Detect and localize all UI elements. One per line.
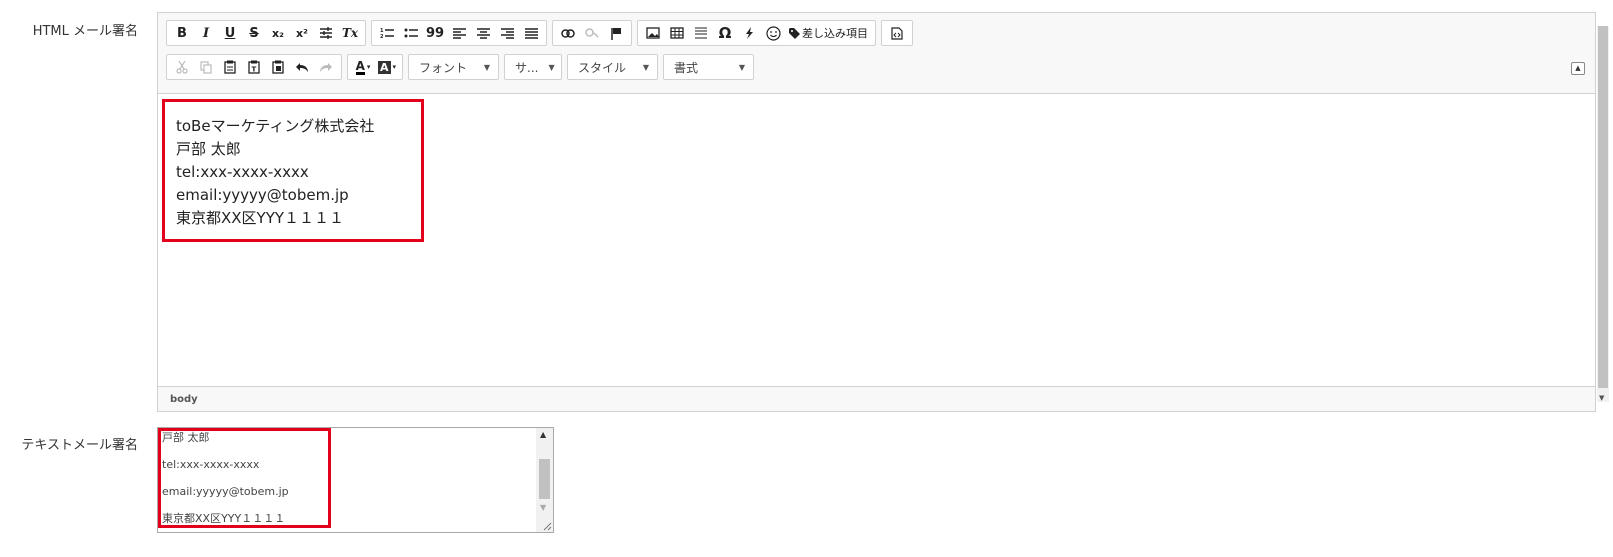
resize-handle-icon[interactable] [542, 521, 552, 531]
textarea-scrollbar-thumb[interactable] [539, 459, 550, 499]
scroll-up-arrow-icon[interactable]: ▲ [540, 430, 546, 439]
element-path-bar: body [158, 386, 1595, 411]
paste-icon[interactable] [218, 56, 242, 78]
style-combo-label: スタイル [578, 60, 627, 75]
table-icon[interactable] [665, 22, 689, 44]
textarea-line: 東京都XX区YYY１１１１ [162, 512, 286, 525]
bg-color-label: A [377, 60, 391, 74]
chevron-down-icon: ▼ [738, 62, 745, 72]
insert-group: Ω 差し込み項目 [637, 20, 876, 46]
textarea-line: email:yyyyy@tobem.jp [162, 485, 289, 498]
text-color-button[interactable]: A ▾ [351, 56, 375, 78]
svg-text:2: 2 [380, 34, 384, 39]
style-combo[interactable]: スタイル ▼ [567, 54, 658, 80]
lightning-icon[interactable] [737, 22, 761, 44]
editor-content[interactable]: toBeマーケティング株式会社 戸部 太郎 tel:xxx-xxxx-xxxx … [158, 94, 1595, 386]
font-combo[interactable]: フォント ▼ [408, 54, 499, 80]
subscript-button[interactable]: x₂ [266, 22, 290, 44]
textarea-line: tel:xxx-xxxx-xxxx [162, 458, 260, 471]
svg-text:T: T [252, 66, 257, 74]
redo-icon[interactable] [314, 56, 338, 78]
paste-text-icon[interactable]: T [242, 56, 266, 78]
paste-word-icon[interactable] [266, 56, 290, 78]
text-color-label: A [355, 58, 365, 75]
superscript-button[interactable]: x² [290, 22, 314, 44]
strikethrough-button[interactable]: S [242, 22, 266, 44]
basic-styles-group: B I U S x₂ x² Tx [166, 20, 366, 46]
editor-toolbar: B I U S x₂ x² Tx 12 99 Ω 差し込み項目 T A ▾ A … [158, 13, 1595, 94]
image-icon[interactable] [641, 22, 665, 44]
editor-signature-text: toBeマーケティング株式会社 戸部 太郎 tel:xxx-xxxx-xxxx … [176, 115, 374, 230]
page-scrollbar-thumb[interactable] [1598, 26, 1608, 388]
size-combo[interactable]: サ... ▼ [504, 54, 562, 80]
scroll-down-arrow-icon[interactable]: ▼ [1599, 394, 1604, 402]
element-path[interactable]: body [170, 394, 198, 405]
align-left-icon[interactable] [447, 22, 471, 44]
source-icon[interactable] [885, 22, 909, 44]
tag-icon [789, 27, 800, 39]
collapse-toolbar-icon[interactable]: ▲ [1571, 62, 1585, 75]
background-color-button[interactable]: A ▾ [375, 56, 399, 78]
editor-line: email:yyyyy@tobem.jp [176, 186, 349, 204]
editor-line: tel:xxx-xxxx-xxxx [176, 163, 309, 181]
textarea-scrollbar[interactable]: ▲ ▼ [536, 428, 553, 532]
bulleted-list-icon[interactable] [399, 22, 423, 44]
copy-icon[interactable] [194, 56, 218, 78]
scroll-down-arrow-icon[interactable]: ▼ [540, 503, 546, 512]
italic-button[interactable]: I [194, 22, 218, 44]
editor-line: 東京都XX区YYY１１１１ [176, 209, 345, 227]
align-center-icon[interactable] [471, 22, 495, 44]
format-combo-label: 書式 [674, 60, 699, 75]
toolbar-row-1: B I U S x₂ x² Tx 12 99 Ω 差し込み項目 [166, 20, 918, 46]
remove-format-button[interactable]: Tx [338, 22, 362, 44]
source-group [881, 20, 913, 46]
copy-formatting-icon[interactable] [314, 22, 338, 44]
editor-line: 戸部 太郎 [176, 140, 241, 158]
underline-button[interactable]: U [218, 22, 242, 44]
colors-group: A ▾ A ▾ [347, 54, 403, 80]
text-signature-label: テキストメール署名 [21, 438, 138, 453]
chevron-down-icon: ▼ [548, 62, 555, 72]
chevron-down-icon: ▼ [483, 62, 490, 72]
size-combo-label: サ... [515, 60, 539, 75]
blockquote-button[interactable]: 99 [423, 22, 447, 44]
cut-icon[interactable] [170, 56, 194, 78]
bold-button[interactable]: B [170, 22, 194, 44]
chevron-down-icon: ▼ [642, 62, 649, 72]
textarea-lines: 戸部 太郎 tel:xxx-xxxx-xxxx email:yyyyy@tobe… [162, 428, 289, 532]
link-icon[interactable] [556, 22, 580, 44]
special-char-button[interactable]: Ω [713, 22, 737, 44]
horizontal-rule-icon[interactable] [689, 22, 713, 44]
html-signature-editor: B I U S x₂ x² Tx 12 99 Ω 差し込み項目 T A ▾ A … [157, 12, 1596, 412]
unlink-icon[interactable] [580, 22, 604, 44]
numbered-list-icon[interactable]: 12 [375, 22, 399, 44]
editor-line: toBeマーケティング株式会社 [176, 117, 375, 135]
textarea-line: 戸部 太郎 [162, 431, 210, 444]
clipboard-group: T [166, 54, 342, 80]
merge-field-label: 差し込み項目 [802, 27, 868, 40]
format-combo[interactable]: 書式 ▼ [663, 54, 754, 80]
merge-field-button[interactable]: 差し込み項目 [785, 22, 872, 44]
toolbar-row-2: T A ▾ A ▾ フォント ▼ サ... ▼ スタイル ▼ 書式 ▼ [166, 54, 759, 80]
undo-icon[interactable] [290, 56, 314, 78]
paragraph-group: 12 99 [371, 20, 547, 46]
html-signature-label: HTML メール署名 [32, 24, 138, 39]
anchor-flag-icon[interactable] [604, 22, 628, 44]
links-group [552, 20, 632, 46]
smiley-icon[interactable] [761, 22, 785, 44]
text-signature-textarea[interactable]: 戸部 太郎 tel:xxx-xxxx-xxxx email:yyyyy@tobe… [157, 427, 554, 533]
align-justify-icon[interactable] [519, 22, 543, 44]
align-right-icon[interactable] [495, 22, 519, 44]
font-combo-label: フォント [419, 60, 468, 75]
page-scrollbar[interactable]: ▼ [1597, 26, 1609, 402]
